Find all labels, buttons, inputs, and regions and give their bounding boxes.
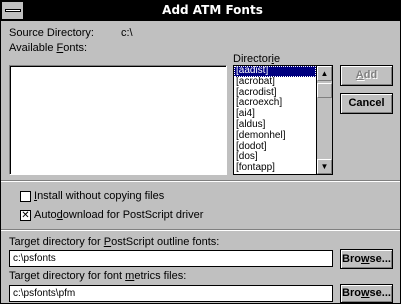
target-metrics-input[interactable]: c:\psfonts\pfm <box>9 285 333 302</box>
add-atm-fonts-dialog: Add ATM Fonts Source Directory: c:\ Avai… <box>0 0 401 304</box>
directory-item[interactable]: [fontapp] <box>234 162 316 174</box>
browse-metrics-button[interactable]: Browse... <box>340 284 393 303</box>
arrow-up-icon: ▲ <box>320 69 329 78</box>
title-bar[interactable]: Add ATM Fonts <box>1 1 400 21</box>
scroll-down-button[interactable]: ▼ <box>317 159 332 174</box>
directories-items: [aadist] [acrobat] [acrodist] [acroexch] [ai… <box>234 66 316 174</box>
browse-outline-button[interactable]: Browse... <box>340 249 393 269</box>
directories-scrollbar[interactable]: ▲ ▼ <box>316 66 332 174</box>
source-directory-value: c:\ <box>121 27 133 39</box>
separator-top <box>1 180 400 182</box>
autodownload-label[interactable]: Autodownload for PostScript driver <box>34 209 203 221</box>
directories-label: Directorie <box>233 53 281 65</box>
source-directory-label: Source Directory: <box>9 27 94 39</box>
cancel-button[interactable]: Cancel <box>340 93 393 114</box>
arrow-down-icon: ▼ <box>320 162 329 171</box>
directories-list[interactable]: [aadist] [acrobat] [acrodist] [acroexch] [ai… <box>233 65 333 175</box>
check-x-icon: ✕ <box>21 210 30 221</box>
target-metrics-label: Target directory for font metrics files: <box>9 270 187 282</box>
directory-item[interactable]: [acrobat] <box>234 76 316 88</box>
available-fonts-list[interactable] <box>9 65 227 175</box>
window-title: Add ATM Fonts <box>162 3 263 17</box>
available-fonts-label: Available Fonts: <box>9 42 88 54</box>
scroll-thumb[interactable] <box>317 83 332 98</box>
target-outline-input[interactable]: c:\psfonts <box>9 250 333 267</box>
target-outline-label: Target directory for PostScript outline … <box>9 236 220 248</box>
install-without-copying-label[interactable]: Install without copying files <box>34 190 164 202</box>
add-button[interactable]: Add <box>340 65 393 86</box>
directory-item[interactable]: [demonhel] <box>234 130 316 142</box>
system-menu-icon <box>5 9 21 12</box>
autodownload-checkbox[interactable]: ✕ <box>20 210 31 221</box>
install-without-copying-checkbox[interactable] <box>20 191 31 202</box>
separator-bottom <box>1 229 400 231</box>
scroll-up-button[interactable]: ▲ <box>317 66 332 81</box>
system-menu-button[interactable] <box>2 2 24 19</box>
